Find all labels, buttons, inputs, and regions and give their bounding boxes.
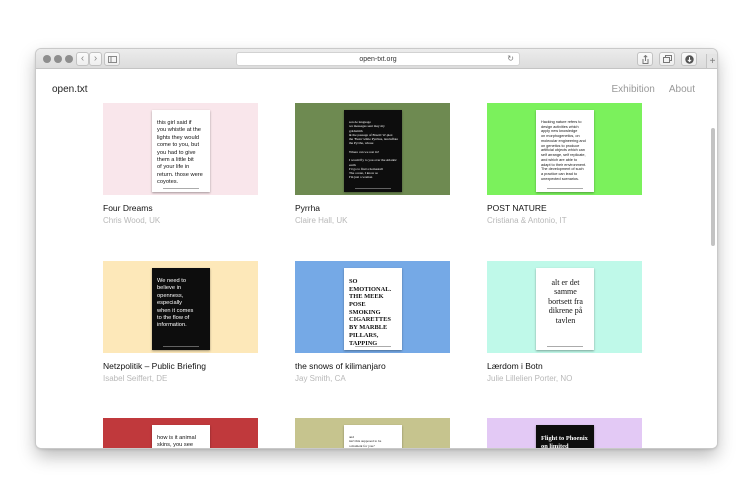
poster-text: and isn't this supposed to be a moment f… [349, 435, 382, 448]
poster-thumbnail[interactable]: Flight to Phoenix on limited [487, 418, 642, 448]
back-button[interactable]: ‹ [76, 52, 89, 66]
poster-card[interactable]: Hacking nature refers to design activiti… [487, 103, 642, 225]
nav-about-link[interactable]: About [669, 84, 695, 95]
site-logo[interactable]: open.txt [52, 84, 88, 95]
poster-footer-mark [344, 188, 402, 189]
poster-image: how is it animal skins, you see [152, 425, 210, 448]
poster-image: Flight to Phoenix on limited [536, 425, 594, 448]
poster-thumbnail[interactable]: We need to believe in openness, especial… [103, 261, 258, 353]
close-window-button[interactable] [43, 55, 51, 63]
poster-image: this girl said if you whistle at the lig… [152, 110, 210, 192]
poster-image: Hacking nature refers to design activiti… [536, 110, 594, 192]
poster-card[interactable]: We need to believe in openness, especial… [103, 261, 258, 383]
new-tab-button[interactable]: + [706, 54, 717, 68]
poster-title[interactable]: the snows of kilimanjaro [295, 361, 450, 371]
poster-thumbnail[interactable]: how is it animal skins, you see [103, 418, 258, 448]
forward-icon: › [93, 53, 98, 64]
sidebar-button[interactable] [104, 52, 120, 66]
poster-footer-mark [344, 346, 402, 347]
poster-title[interactable]: Pyrrha [295, 203, 450, 213]
poster-text: SO EMOTIONAL. THE MEEK POSE SMOKING CIGA… [349, 278, 392, 347]
poster-footer-mark [536, 188, 594, 189]
share-icon [642, 54, 648, 64]
poster-card[interactable]: how is it animal skins, you see [103, 418, 258, 448]
poster-image: We need to believe in openness, especial… [152, 268, 210, 350]
browser-window: ‹ › open-txt.org ↻ + open.txt Exhibition… [36, 49, 717, 448]
back-icon: ‹ [80, 53, 85, 64]
poster-text: alt er det samme bortsett fra dikrene på… [548, 278, 583, 325]
browser-toolbar: ‹ › open-txt.org ↻ + [36, 49, 717, 69]
poster-title[interactable]: Netzpolitik – Public Briefing [103, 361, 258, 371]
zoom-window-button[interactable] [65, 55, 73, 63]
scrollbar-thumb[interactable] [711, 128, 715, 246]
site-nav: Exhibition About [612, 84, 696, 95]
poster-card[interactable]: alt er det samme bortsett fra dikrene på… [487, 261, 642, 383]
poster-text: this girl said if you whistle at the lig… [157, 120, 203, 186]
nav-exhibition-link[interactable]: Exhibition [612, 84, 655, 95]
poster-card[interactable]: this girl said if you whistle at the lig… [103, 103, 258, 225]
poster-image: son de language we messages sent may my … [344, 110, 402, 192]
poster-text: Flight to Phoenix on limited [541, 435, 588, 448]
poster-author: Chris Wood, UK [103, 216, 161, 225]
sidebar-icon [107, 55, 117, 63]
download-icon [684, 54, 694, 64]
poster-thumbnail[interactable]: and isn't this supposed to be a moment f… [295, 418, 450, 448]
poster-author: Jay Smith, CA [295, 374, 346, 383]
poster-title[interactable]: POST NATURE [487, 203, 642, 213]
plus-icon: + [709, 55, 716, 67]
poster-title[interactable]: Four Dreams [103, 203, 258, 213]
page-content: open.txt Exhibition About this girl said… [36, 70, 717, 448]
poster-text: son de language we messages sent may my … [349, 120, 398, 180]
poster-card[interactable]: son de language we messages sent may my … [295, 103, 450, 225]
downloads-button[interactable] [681, 52, 697, 66]
poster-text: Hacking nature refers to design activiti… [541, 120, 587, 181]
poster-card[interactable]: and isn't this supposed to be a moment f… [295, 418, 450, 448]
poster-footer-mark [536, 346, 594, 347]
poster-thumbnail[interactable]: son de language we messages sent may my … [295, 103, 450, 195]
address-bar[interactable]: open-txt.org ↻ [236, 52, 520, 66]
forward-button[interactable]: › [89, 52, 102, 66]
poster-card[interactable]: SO EMOTIONAL. THE MEEK POSE SMOKING CIGA… [295, 261, 450, 383]
poster-image: and isn't this supposed to be a moment f… [344, 425, 402, 448]
poster-thumbnail[interactable]: Hacking nature refers to design activiti… [487, 103, 642, 195]
share-button[interactable] [637, 52, 653, 66]
tabs-overview-button[interactable] [659, 52, 675, 66]
poster-image: SO EMOTIONAL. THE MEEK POSE SMOKING CIGA… [344, 268, 402, 350]
reload-icon[interactable]: ↻ [507, 54, 514, 63]
poster-footer-mark [152, 188, 210, 189]
poster-thumbnail[interactable]: SO EMOTIONAL. THE MEEK POSE SMOKING CIGA… [295, 261, 450, 353]
poster-author: Claire Hall, UK [295, 216, 348, 225]
minimize-window-button[interactable] [54, 55, 62, 63]
poster-thumbnail[interactable]: this girl said if you whistle at the lig… [103, 103, 258, 195]
poster-card[interactable]: Flight to Phoenix on limited [487, 418, 642, 448]
poster-title[interactable]: Lærdom i Botn [487, 361, 642, 371]
poster-image: alt er det samme bortsett fra dikrene på… [536, 268, 594, 350]
tabs-icon [662, 55, 672, 63]
poster-author: Julie Lillelien Porter, NO [487, 374, 573, 383]
poster-thumbnail[interactable]: alt er det samme bortsett fra dikrene på… [487, 261, 642, 353]
poster-footer-mark [152, 346, 210, 347]
poster-text: We need to believe in openness, especial… [157, 278, 194, 329]
poster-text: how is it animal skins, you see [157, 435, 196, 448]
poster-author: Isabel Seiffert, DE [103, 374, 168, 383]
url-text: open-txt.org [359, 55, 397, 63]
poster-author: Cristiana & Antonio, IT [487, 216, 567, 225]
